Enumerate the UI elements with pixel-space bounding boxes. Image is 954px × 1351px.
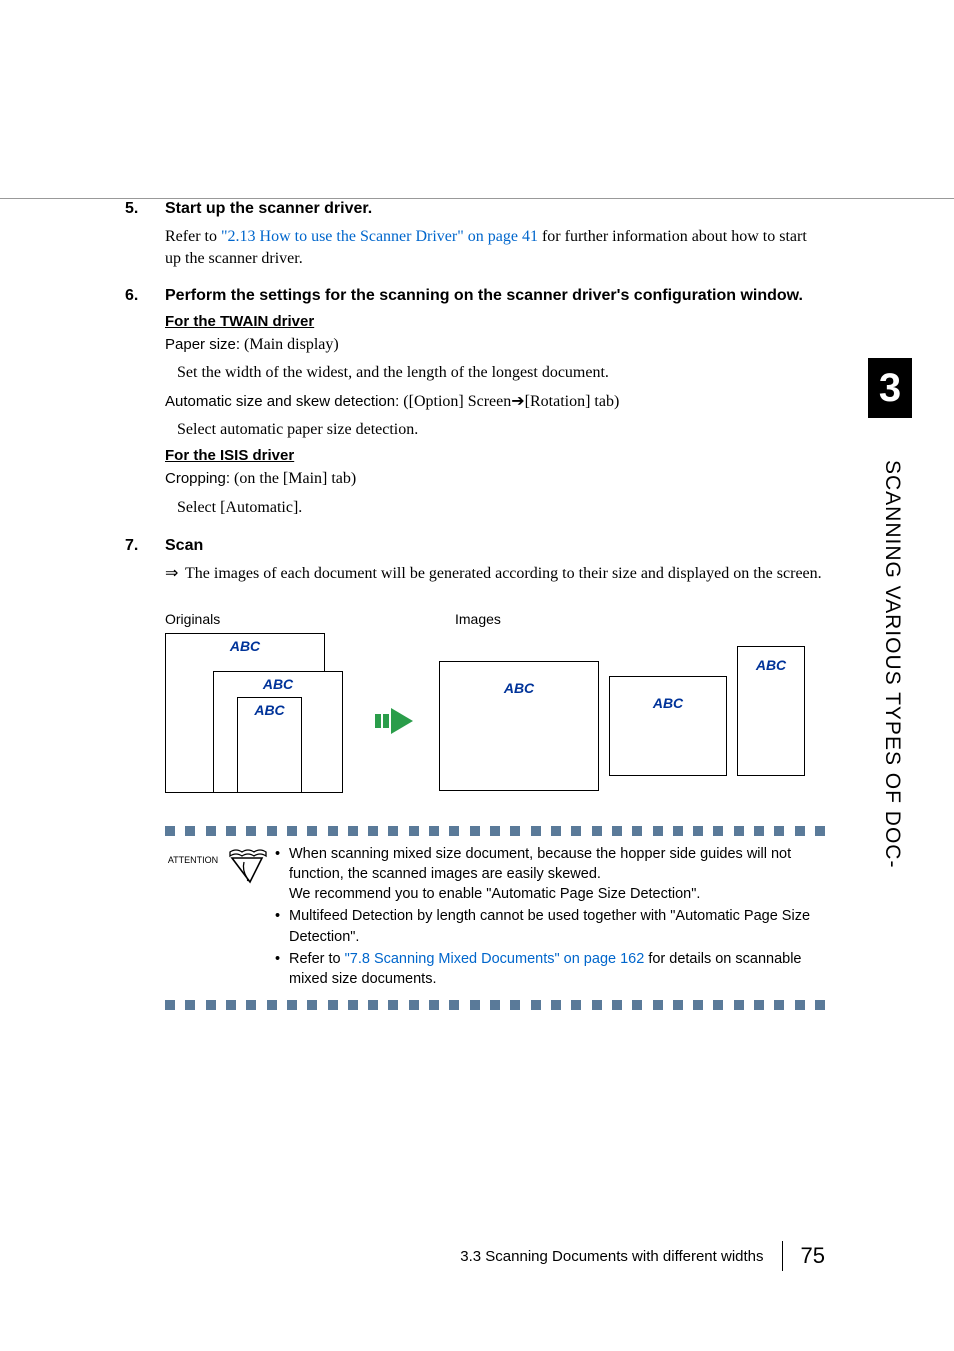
arrow-icon <box>375 706 415 736</box>
diagram: Originals Images ABC ABC ABC ABC ABC ABC <box>165 611 825 811</box>
images-label: Images <box>455 611 501 627</box>
attention-item: • When scanning mixed size document, bec… <box>275 844 825 905</box>
step-7: 7. Scan ⇒ The images of each document wi… <box>125 537 825 585</box>
abc-label: ABC <box>214 676 342 692</box>
xref-link[interactable]: "2.13 How to use the Scanner Driver" on … <box>221 228 538 245</box>
abc-label: ABC <box>440 680 598 696</box>
abc-label: ABC <box>238 702 301 718</box>
page-number: 75 <box>801 1243 825 1269</box>
page-content: 5. Start up the scanner driver. Refer to… <box>125 200 825 1018</box>
param-line: Cropping: (on the [Main] tab) <box>165 468 825 490</box>
result-text: ⇒ The images of each document will be ge… <box>165 563 825 585</box>
step-title: Perform the settings for the scanning on… <box>165 287 825 305</box>
attention-block: ATTENTION • When scanning mixed size doc… <box>165 826 825 1010</box>
step-number: 7. <box>125 537 165 585</box>
param-line: Paper size: (Main display) <box>165 334 825 356</box>
abc-label: ABC <box>610 695 726 711</box>
param-desc: Set the width of the widest, and the len… <box>177 362 825 384</box>
side-chapter-title: SCANNING VARIOUS TYPES OF DOC- <box>880 460 904 868</box>
footer-section: 3.3 Scanning Documents with different wi… <box>460 1248 763 1265</box>
attention-item: • Refer to "7.8 Scanning Mixed Documents… <box>275 949 825 990</box>
driver-heading-isis: For the ISIS driver <box>165 447 825 464</box>
step-number: 5. <box>125 200 165 277</box>
abc-label: ABC <box>166 638 324 654</box>
step-title: Start up the scanner driver. <box>165 200 825 218</box>
xref-link[interactable]: "7.8 Scanning Mixed Documents" on page 1… <box>345 951 645 967</box>
step-number: 6. <box>125 287 165 525</box>
param-line: Automatic size and skew detection: ([Opt… <box>165 391 825 413</box>
divider-bottom <box>165 1000 825 1010</box>
attention-item: • Multifeed Detection by length cannot b… <box>275 906 825 947</box>
driver-heading-twain: For the TWAIN driver <box>165 313 825 330</box>
abc-label: ABC <box>738 657 804 673</box>
step-text: Refer to "2.13 How to use the Scanner Dr… <box>165 226 825 271</box>
step-6: 6. Perform the settings for the scanning… <box>125 287 825 525</box>
divider-top <box>165 826 825 836</box>
param-desc: Select automatic paper size detection. <box>177 419 825 441</box>
attention-icon: ATTENTION <box>165 844 275 992</box>
footer: 3.3 Scanning Documents with different wi… <box>125 1241 825 1271</box>
chapter-tab: 3 <box>868 358 912 418</box>
step-title: Scan <box>165 537 825 555</box>
step-5: 5. Start up the scanner driver. Refer to… <box>125 200 825 277</box>
originals-label: Originals <box>165 611 220 627</box>
param-desc: Select [Automatic]. <box>177 497 825 519</box>
